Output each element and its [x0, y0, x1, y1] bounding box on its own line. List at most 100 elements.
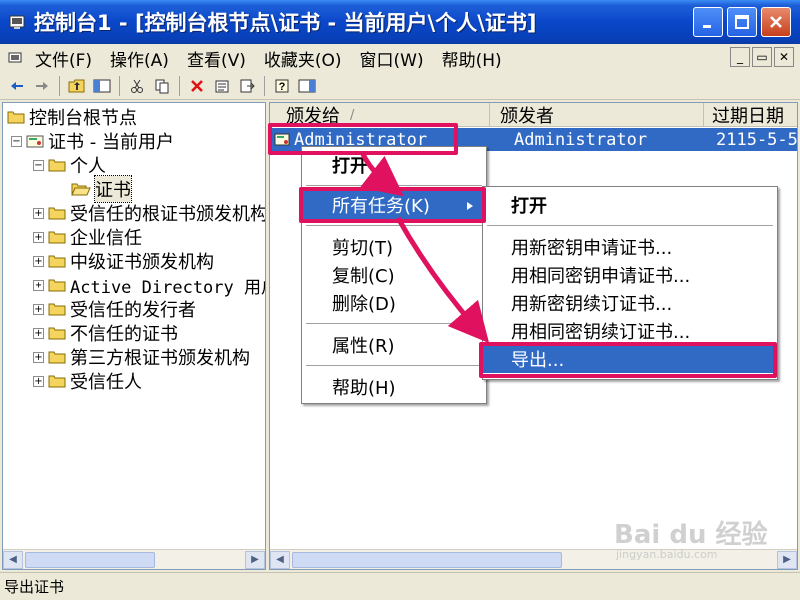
open-folder-icon	[71, 182, 91, 196]
menu-item-delete[interactable]: 删除(D)	[302, 289, 486, 317]
menu-item-open[interactable]: 打开	[302, 151, 486, 179]
tree-item-label: 中级证书颁发机构	[70, 252, 214, 273]
tree-item-trusted-people[interactable]: + 受信任人	[33, 369, 142, 393]
copy-icon[interactable]	[151, 75, 173, 97]
expand-toggle[interactable]: +	[33, 255, 44, 267]
delete-icon[interactable]	[186, 75, 208, 97]
up-folder-icon[interactable]	[66, 75, 88, 97]
cell-issued-by: Administrator	[514, 129, 648, 150]
show-hide-tree-icon[interactable]	[91, 75, 113, 97]
folder-icon	[7, 110, 25, 124]
tree-item-trusted-root[interactable]: + 受信任的根证书颁发机构	[33, 201, 265, 225]
mdi-close-button[interactable]: ✕	[774, 47, 794, 67]
back-icon[interactable]	[6, 75, 28, 97]
export-list-icon[interactable]	[236, 75, 258, 97]
console-app-icon	[6, 11, 28, 33]
tree-pane[interactable]: 控制台根节点 − 证书 - 当前用户 − 个人 证书 + 受信任的根证书颁发机构…	[2, 102, 266, 570]
menu-separator	[306, 225, 482, 226]
tree-item-intermediate-ca[interactable]: + 中级证书颁发机构	[33, 249, 214, 273]
menu-item-copy[interactable]: 复制(C)	[302, 261, 486, 289]
expand-toggle[interactable]: +	[33, 351, 44, 363]
tree-horizontal-scrollbar[interactable]: ◀ ▶	[3, 549, 265, 569]
toolbar-separator	[119, 75, 120, 96]
toolbar-separator	[179, 75, 180, 96]
menu-item-properties[interactable]: 属性(R)	[302, 331, 486, 359]
collapse-toggle[interactable]: −	[11, 135, 22, 147]
tree-item-label: 企业信任	[70, 228, 142, 249]
menu-action[interactable]: 操作(A)	[101, 46, 178, 71]
column-issued-by[interactable]: 颁发者	[490, 103, 704, 127]
scrollbar-thumb[interactable]	[25, 551, 155, 568]
tree-item-active-directory[interactable]: + Active Directory 用户对象	[33, 273, 265, 298]
title-bar[interactable]: 控制台1 - [控制台根节点\证书 - 当前用户\个人\证书]	[0, 0, 800, 44]
tree-item-certs-current-user[interactable]: − 证书 - 当前用户	[11, 129, 174, 153]
tree-item-label: 个人	[70, 156, 106, 177]
folder-icon	[48, 278, 66, 292]
cell-expires: 2115-5-5	[716, 129, 798, 150]
menu-item-request-same-key[interactable]: 用相同密钥申请证书...	[483, 261, 777, 289]
column-expiration[interactable]: 过期日期	[704, 103, 797, 127]
collapse-toggle[interactable]: −	[33, 159, 44, 171]
cut-icon[interactable]	[126, 75, 148, 97]
menu-item-cut[interactable]: 剪切(T)	[302, 233, 486, 261]
expand-toggle[interactable]: +	[33, 303, 44, 315]
tree-item-certificates[interactable]: 证书	[71, 175, 132, 203]
menu-separator	[487, 225, 773, 226]
menu-item-request-new-key[interactable]: 用新密钥申请证书...	[483, 233, 777, 261]
column-label: 过期日期	[712, 106, 784, 127]
expand-toggle[interactable]: +	[33, 327, 44, 339]
expand-toggle[interactable]: +	[33, 279, 44, 291]
tree-item-label: Active Directory 用户对象	[70, 277, 265, 298]
menu-item-all-tasks[interactable]: 所有任务(K)	[302, 191, 486, 219]
folder-icon	[48, 230, 66, 244]
scroll-right-icon[interactable]: ▶	[777, 550, 797, 569]
expand-toggle[interactable]: +	[33, 375, 44, 387]
mdi-minimize-button[interactable]: _	[730, 47, 750, 67]
menu-window[interactable]: 窗口(W)	[351, 46, 433, 71]
menu-file[interactable]: 文件(F)	[26, 46, 101, 71]
folder-icon	[48, 350, 66, 364]
column-issued-to[interactable]: 颁发给 /	[270, 103, 490, 127]
menu-item-export[interactable]: 导出...	[483, 345, 777, 373]
action-pane-icon[interactable]	[296, 75, 318, 97]
menu-item-label: 所有任务(K)	[332, 196, 430, 217]
minimize-button[interactable]	[693, 7, 723, 37]
status-text: 导出证书	[4, 578, 65, 596]
menu-item-renew-same-key[interactable]: 用相同密钥续订证书...	[483, 317, 777, 345]
certificate-store-icon	[26, 134, 44, 148]
menu-item-renew-new-key[interactable]: 用新密钥续订证书...	[483, 289, 777, 317]
tree-item-personal[interactable]: − 个人	[33, 153, 106, 177]
scrollbar-thumb[interactable]	[292, 551, 562, 568]
menu-favorites[interactable]: 收藏夹(O)	[255, 46, 351, 71]
forward-icon[interactable]	[31, 75, 53, 97]
menu-view[interactable]: 查看(V)	[178, 46, 255, 71]
tree-item-untrusted-certs[interactable]: + 不信任的证书	[33, 321, 178, 345]
scroll-right-icon[interactable]: ▶	[245, 550, 265, 569]
menu-item-open[interactable]: 打开	[483, 191, 777, 219]
expand-toggle[interactable]: +	[33, 207, 44, 219]
tree-item-trusted-publishers[interactable]: + 受信任的发行者	[33, 297, 196, 321]
menu-help[interactable]: 帮助(H)	[433, 46, 511, 71]
mdi-restore-button[interactable]: ▭	[752, 47, 772, 67]
column-label: 颁发者	[500, 106, 554, 127]
tree-item-enterprise-trust[interactable]: + 企业信任	[33, 225, 142, 249]
column-label: 颁发给	[286, 106, 340, 127]
tree-item-label: 控制台根节点	[29, 108, 137, 129]
help-icon[interactable]: ?	[271, 75, 293, 97]
tree-item-third-party-root[interactable]: + 第三方根证书颁发机构	[33, 345, 250, 369]
menu-item-help[interactable]: 帮助(H)	[302, 373, 486, 401]
properties-icon[interactable]	[211, 75, 233, 97]
certificate-icon	[270, 133, 294, 147]
console-menu-icon[interactable]	[4, 47, 26, 69]
tree-item-label: 受信任人	[70, 372, 142, 393]
scroll-left-icon[interactable]: ◀	[3, 550, 23, 569]
scroll-left-icon[interactable]: ◀	[270, 550, 290, 569]
restore-icon: ▭	[756, 50, 768, 64]
maximize-button[interactable]	[727, 7, 757, 37]
expand-toggle[interactable]: +	[33, 231, 44, 243]
tree-item-label: 第三方根证书颁发机构	[70, 348, 250, 369]
window-title: 控制台1 - [控制台根节点\证书 - 当前用户\个人\证书]	[34, 11, 537, 35]
close-button[interactable]	[761, 7, 791, 37]
tree-item-console-root[interactable]: 控制台根节点	[7, 105, 137, 129]
folder-icon	[48, 302, 66, 316]
